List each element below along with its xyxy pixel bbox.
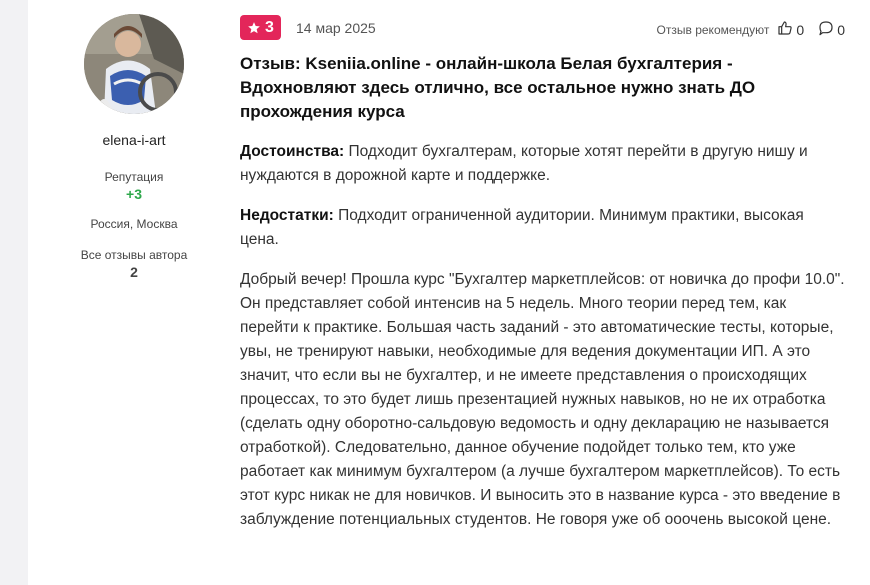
- rating-badge: 3: [240, 15, 281, 40]
- review-date: 14 мар 2025: [296, 20, 376, 36]
- all-reviews-label[interactable]: Все отзывы автора: [70, 248, 198, 262]
- author-location: Россия, Москва: [90, 217, 178, 231]
- review: 3 14 мар 2025 Отзыв рекомендуют 0 0 Отзы…: [240, 15, 845, 532]
- reputation-value: +3: [126, 186, 142, 202]
- avatar[interactable]: [84, 14, 184, 114]
- review-meta: 3 14 мар 2025 Отзыв рекомендуют 0 0: [240, 15, 845, 41]
- review-title[interactable]: Отзыв: Kseniia.online - онлайн-школа Бел…: [240, 52, 845, 124]
- pros-label: Достоинства:: [240, 143, 345, 160]
- star-icon: [247, 21, 261, 35]
- author-name[interactable]: elena-i-art: [70, 132, 198, 148]
- recommend-label: Отзыв рекомендуют: [656, 22, 770, 37]
- comment-button[interactable]: 0: [818, 20, 845, 39]
- recommend-block: Отзыв рекомендуют 0 0: [657, 20, 845, 39]
- cons-label: Недостатки:: [240, 207, 334, 224]
- rating-value: 3: [265, 18, 274, 36]
- all-reviews-count[interactable]: 2: [70, 264, 198, 280]
- review-body: Добрый вечер! Прошла курс "Бухгалтер мар…: [240, 271, 845, 528]
- pros-section: Достоинства: Подходит бухгалтерам, котор…: [240, 140, 845, 188]
- cons-section: Недостатки: Подходит ограниченной аудито…: [240, 204, 845, 252]
- author-panel: elena-i-art Репутация +3 Россия, Москва …: [70, 14, 198, 280]
- thumbs-up-icon: [777, 20, 793, 39]
- reputation-label: Репутация: [104, 170, 164, 184]
- like-button[interactable]: 0: [777, 20, 804, 39]
- side-strip: [0, 0, 28, 585]
- comment-count: 0: [837, 21, 845, 38]
- comment-icon: [818, 20, 834, 39]
- like-count: 0: [796, 21, 805, 38]
